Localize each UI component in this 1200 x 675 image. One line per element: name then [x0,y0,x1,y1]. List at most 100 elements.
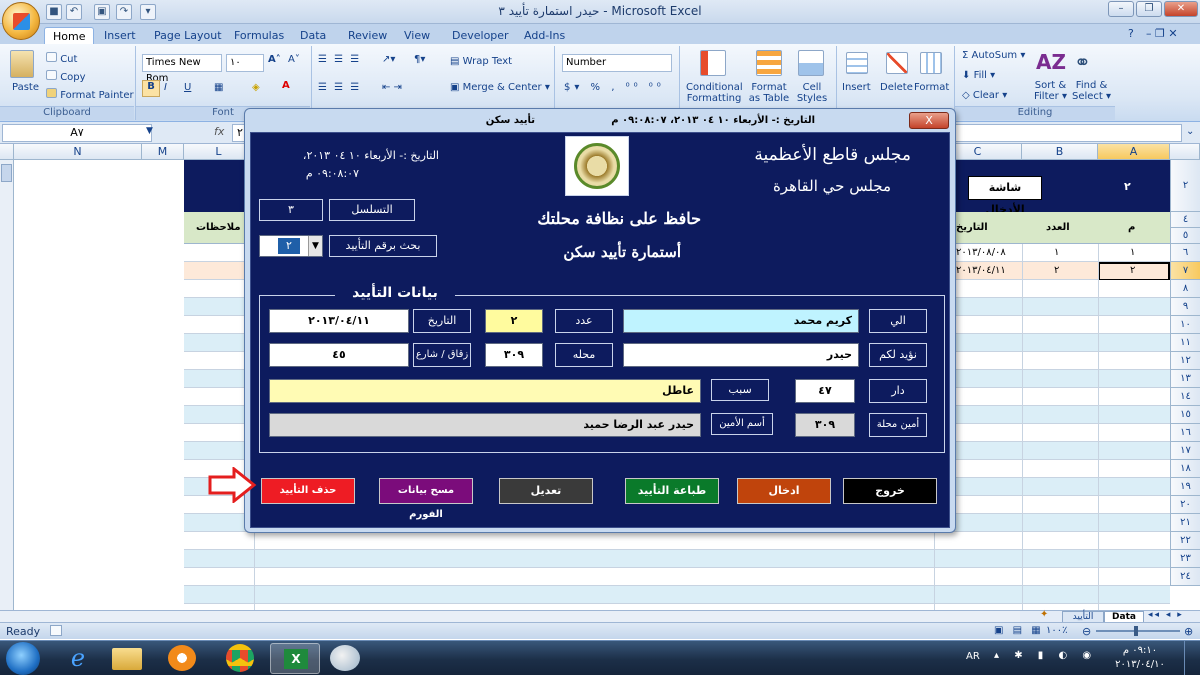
format-painter-button[interactable]: Format Painter [46,88,134,101]
house-input[interactable]: ٤٧ [795,379,855,403]
print-button[interactable]: طباعة التأييد [625,478,719,504]
number-format-icons[interactable]: $▾ % ‚ ⁰⁰ ⁰⁰ [564,82,665,93]
grow-font-icon[interactable]: A˄ [268,54,281,65]
column-header-m[interactable]: M [142,144,184,160]
redo-icon[interactable]: ↷ [116,4,132,20]
clear-form-button[interactable]: مسح بيانات الفورم [379,478,473,520]
align-center-icons[interactable]: ☰ ☰ ☰ [318,82,361,93]
zoom-level[interactable]: ١٠٠٪ [1046,625,1068,636]
customize-icon[interactable]: ▾ [140,4,156,20]
zoom-in-icon[interactable]: ⊕ [1184,625,1193,638]
row-header[interactable]: ٩ [1170,298,1200,316]
row-header[interactable]: ١٠ [1170,316,1200,334]
column-header-n[interactable]: N [14,144,142,160]
ribbon-min-icon[interactable]: – ❐ ✕ [1146,27,1178,40]
tab-home[interactable]: Home [44,27,95,44]
indent-icon[interactable]: ⇤ ⇥ [382,82,402,93]
view-buttons-icons[interactable]: ▣ ▤ ▦ [994,625,1044,636]
tab-formulas[interactable]: Formulas [226,27,292,44]
name-box[interactable]: A٧ [2,124,152,142]
search-dropdown-icon[interactable]: ▼ [308,236,322,256]
row-header[interactable]: ١٥ [1170,406,1200,424]
underline-button[interactable]: U [184,82,191,93]
cut-button[interactable]: Cut [46,52,77,65]
find-select-button[interactable]: Find & Select ▾ [1072,80,1111,102]
minimize-button[interactable]: – [1108,1,1134,17]
conditional-formatting-icon[interactable] [700,50,726,76]
select-all-corner[interactable] [0,144,14,160]
row-header[interactable]: ٢٤ [1170,568,1200,586]
save-icon[interactable]: ■ [46,4,62,20]
picture-icon[interactable]: ▣ [94,4,110,20]
show-desktop-button[interactable] [1184,641,1198,675]
cell-styles-button[interactable]: Cell Styles [794,82,830,104]
tab-view[interactable]: View [396,27,438,44]
tab-review[interactable]: Review [340,27,395,44]
tab-developer[interactable]: Developer [444,27,517,44]
date-input[interactable]: ٢٠١٣/٠٤/١١ [269,309,409,333]
clock-time[interactable]: ٠٩:١٠ م [1108,645,1172,656]
district-input[interactable]: ٣٠٩ [485,343,543,367]
fx-icon[interactable]: fx [214,125,224,138]
fill-color-icon[interactable]: ◈ [252,82,260,93]
exit-button[interactable]: خروج [843,478,937,504]
search-select[interactable]: ٢ ▼ [259,235,323,257]
format-as-table-button[interactable]: Format as Table [746,82,792,104]
office-button[interactable] [2,2,40,40]
row-header[interactable]: ١٤ [1170,388,1200,406]
tab-insert[interactable]: Insert [96,27,144,44]
ie-icon[interactable]: e [56,643,100,674]
row-header[interactable]: ٢٢ [1170,532,1200,550]
mayor-district-input[interactable]: ٣٠٩ [795,413,855,437]
reason-input[interactable]: عاطل [269,379,701,403]
row-header[interactable]: ٧ [1170,262,1200,280]
delete-cells-button[interactable]: Delete [880,82,913,93]
font-color-icon[interactable]: A [282,80,290,91]
maximize-button[interactable]: ❐ [1136,1,1162,17]
macro-record-icon[interactable] [50,625,62,636]
font-size-select[interactable]: ١٠ [226,54,264,72]
close-button[interactable]: ✕ [1164,1,1198,17]
column-header-a[interactable]: A [1098,144,1170,160]
row-header[interactable]: ٥ [1170,228,1200,244]
row-header[interactable]: ١٣ [1170,370,1200,388]
row-header[interactable]: ٢ [1170,160,1200,212]
tray-icons[interactable]: ▴ ✱ ▮ ◐ ◉ [994,650,1097,661]
paste-button[interactable]: Paste [12,82,39,93]
insert-cells-button[interactable]: Insert [842,82,871,93]
delete-button[interactable]: حذف التأييد [261,478,355,504]
row-header[interactable]: ٦ [1170,244,1200,262]
wrap-text-button[interactable]: ▤ Wrap Text [450,56,512,67]
count-input[interactable]: ٢ [485,309,543,333]
tab-page-layout[interactable]: Page Layout [146,27,230,44]
sort-filter-icon[interactable]: AZ [1036,50,1066,74]
format-as-table-icon[interactable] [756,50,782,76]
paint-icon[interactable] [330,645,360,671]
row-header[interactable]: ٢٣ [1170,550,1200,568]
row-header[interactable]: ٤ [1170,212,1200,228]
zoom-slider[interactable] [1096,630,1180,632]
language-indicator[interactable]: AR [966,651,980,662]
explorer-icon[interactable] [112,648,142,670]
autosum-button[interactable]: Σ AutoSum ▾ [962,50,1025,61]
merge-center-button[interactable]: ▣ Merge & Center ▾ [450,82,550,93]
row-header[interactable]: ٢١ [1170,514,1200,532]
bold-button[interactable]: B [142,80,160,97]
fill-button[interactable]: ⬇ Fill ▾ [962,70,995,81]
tab-data[interactable]: Data [292,27,334,44]
clear-button[interactable]: ◇ Clear ▾ [962,90,1007,101]
insert-sheet-icon[interactable]: ✦ [1040,609,1048,620]
tab-add-ins[interactable]: Add-Ins [516,27,573,44]
row-header[interactable]: ٨ [1170,280,1200,298]
enter-button[interactable]: ادخال [737,478,831,504]
zoom-out-icon[interactable]: ⊖ [1082,625,1091,638]
format-cells-icon[interactable] [920,52,942,77]
entry-screen-button[interactable]: شاشة الأدخال [968,176,1042,216]
undo-icon[interactable]: ↶ [66,4,82,20]
mayor-name-input[interactable]: حيدر عبد الرضا حميد [269,413,701,437]
row-header[interactable]: ١٦ [1170,424,1200,442]
italic-button[interactable]: I [164,82,167,93]
expand-formula-icon[interactable]: ⌄ [1186,126,1194,137]
row-header[interactable]: ١٢ [1170,352,1200,370]
paste-icon[interactable] [10,50,34,80]
